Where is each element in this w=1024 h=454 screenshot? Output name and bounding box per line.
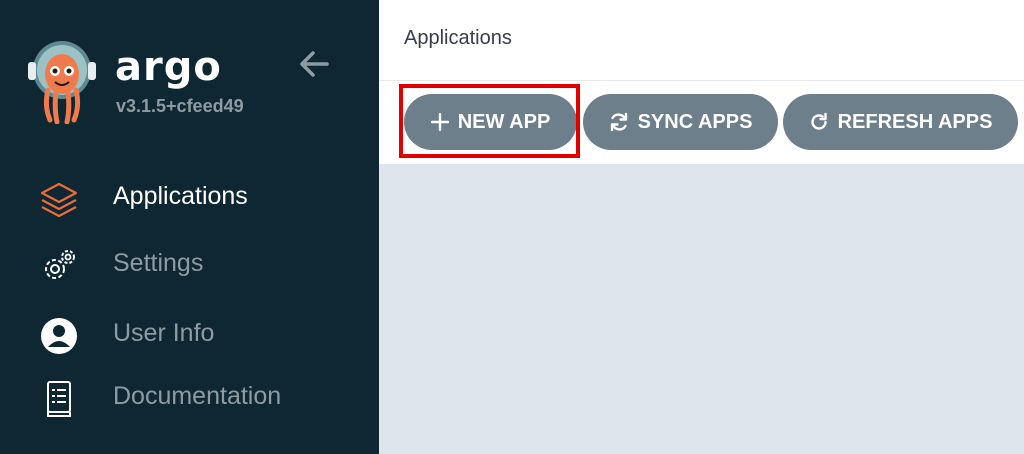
new-app-label: NEW APP [457, 110, 551, 133]
book-icon [47, 381, 71, 417]
sidebar-item-settings[interactable]: Settings [0, 237, 379, 293]
gears-icon [45, 250, 75, 279]
sidebar-item-applications[interactable]: Applications [0, 170, 379, 226]
sync-apps-button[interactable]: SYNC APPS [583, 94, 778, 150]
page-title: Applications [404, 27, 512, 49]
refresh-apps-label: REFRESH APPS [837, 110, 993, 133]
layers-icon [40, 182, 78, 218]
logo-area: argo v3.1.5+cfeed49 [26, 40, 366, 130]
user-circle-icon [41, 318, 77, 354]
sync-apps-label: SYNC APPS [637, 110, 753, 133]
argo-mascot-logo [28, 41, 96, 124]
toolbar: NEW APP SYNC APPS REFRESH APPS [379, 81, 1024, 164]
refresh-apps-button[interactable]: REFRESH APPS [783, 94, 1018, 150]
plus-icon [430, 113, 449, 131]
refresh-icon [810, 112, 827, 130]
sidebar-item-label: Documentation [113, 382, 282, 410]
arrow-left-icon [300, 51, 329, 77]
sidebar-item-documentation[interactable]: Documentation [0, 370, 379, 426]
sidebar-item-label: Settings [113, 249, 204, 277]
top-bar: Applications [379, 0, 1024, 81]
sidebar-item-label: User Info [113, 319, 215, 347]
brand-version: v3.1.5+cfeed49 [116, 96, 244, 116]
brand-name: argo [115, 44, 222, 90]
sidebar-item-label: Applications [113, 182, 248, 210]
collapse-sidebar-button[interactable] [294, 44, 334, 84]
sidebar-item-user-info[interactable]: User Info [0, 307, 379, 363]
sidebar: argo v3.1.5+cfeed49 Applications Setting… [0, 0, 379, 454]
new-app-button[interactable]: NEW APP [404, 94, 577, 150]
sync-icon [610, 112, 627, 132]
content-area [379, 164, 1024, 454]
